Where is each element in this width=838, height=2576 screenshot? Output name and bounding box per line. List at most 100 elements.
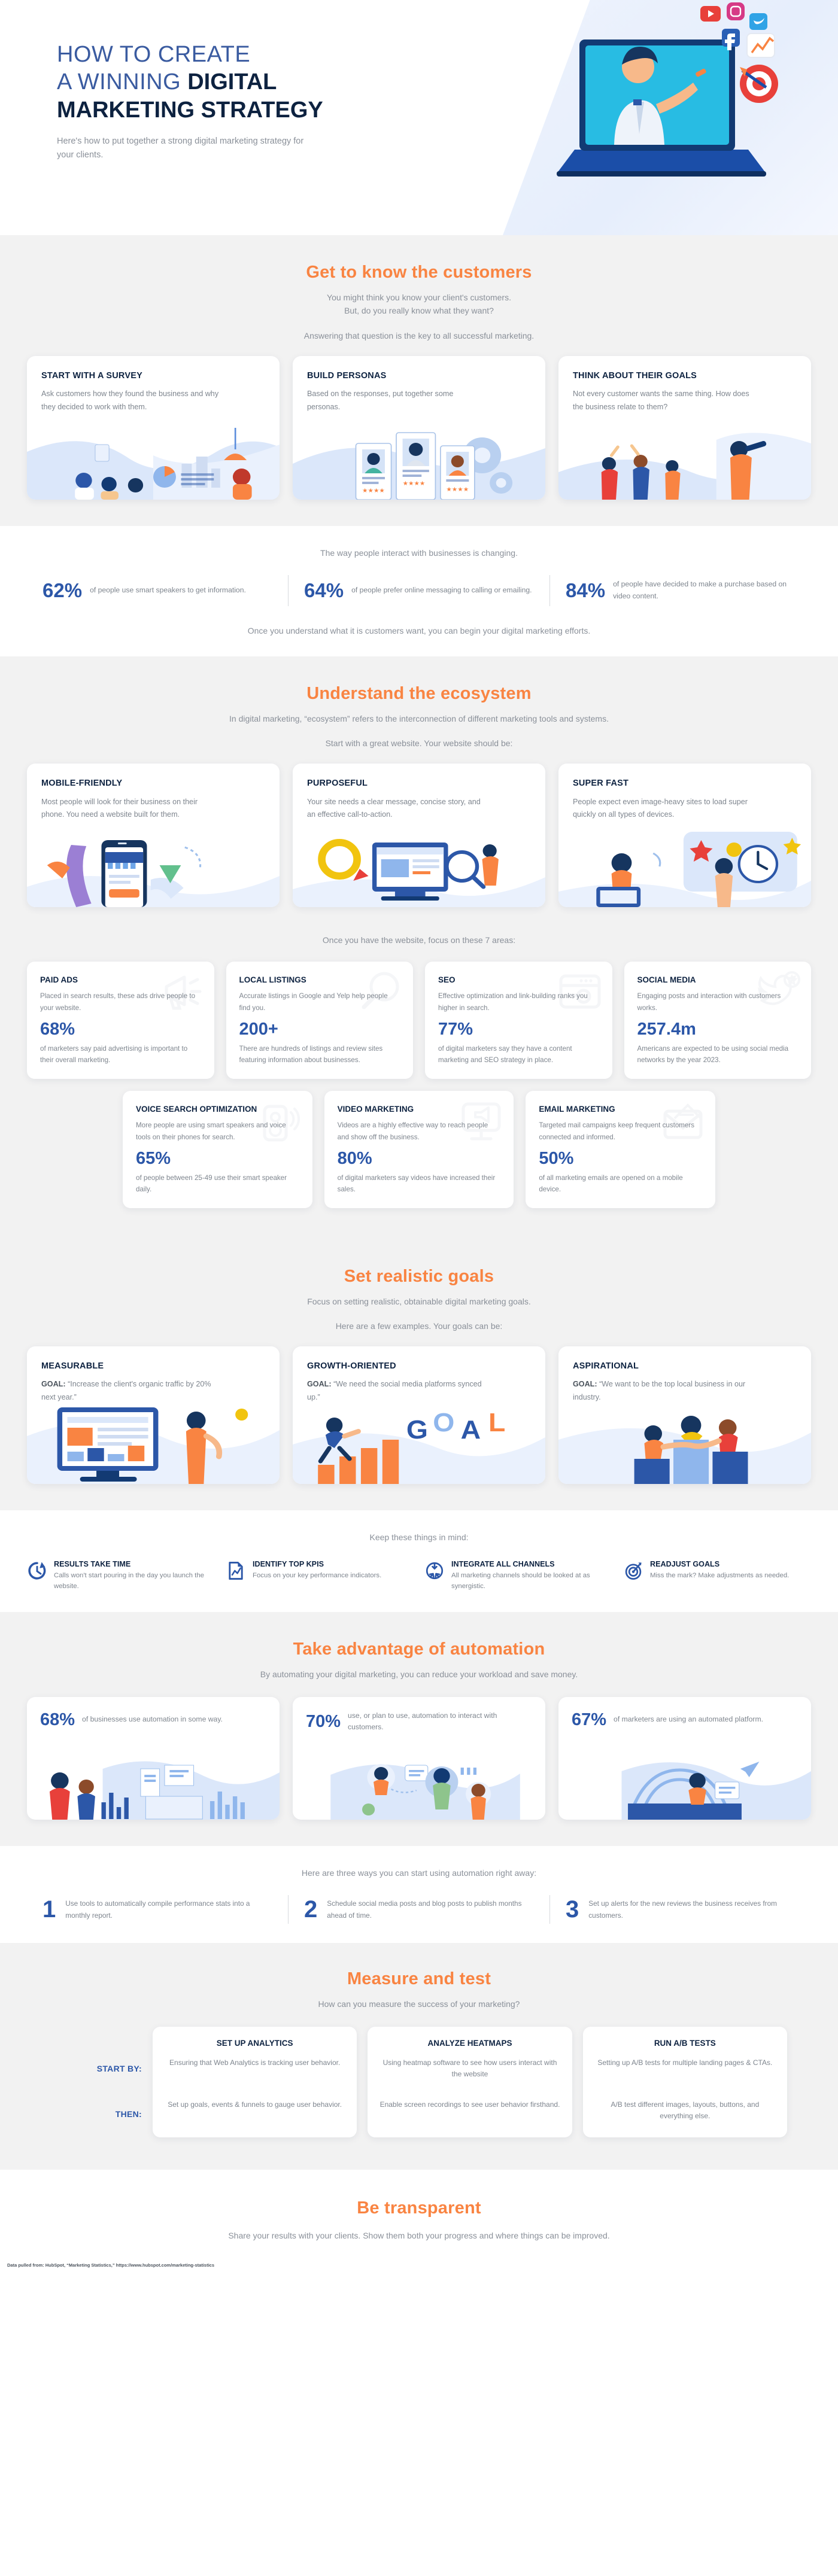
growth-illustration: G O A L <box>293 1394 545 1485</box>
label-start-by: START BY: <box>96 2063 142 2073</box>
feature-social-media: SOCIAL MEDIA Engaging posts and interact… <box>624 961 811 1079</box>
label-then: THEN: <box>115 2109 142 2119</box>
card-title: ASPIRATIONAL <box>573 1361 639 1371</box>
converge-arrows-icon <box>424 1561 445 1581</box>
ecosystem-card-row: MOBILE-FRIENDLY Most people will look fo… <box>27 764 811 908</box>
target-dart-icon <box>623 1561 643 1581</box>
feature-video-marketing: VIDEO MARKETING Videos are a highly effe… <box>324 1090 514 1208</box>
feature-stat-text: Americans are expected to be using socia… <box>637 1044 789 1064</box>
measurable-illustration <box>27 1394 280 1485</box>
stat-number: 84% <box>566 579 606 601</box>
feature-title: PAID ADS <box>40 975 78 984</box>
feature-body: Placed in search results, these ads driv… <box>40 992 196 1012</box>
feature-stat: 80% <box>337 1148 372 1168</box>
measure-then-text: A/B test different images, layouts, butt… <box>611 2100 760 2120</box>
stat-text: of people prefer online messaging to cal… <box>351 586 532 595</box>
automation-stat-text: of marketers are using an automated plat… <box>614 1715 764 1724</box>
measure-column-set-up-analytics: SET UP ANALYTICS Ensuring that Web Analy… <box>153 2026 357 2137</box>
feature-body: Accurate listings in Google and Yelp hel… <box>239 992 388 1012</box>
stat-text: of people have decided to make a purchas… <box>613 580 787 600</box>
card-title: MOBILE-FRIENDLY <box>41 778 123 789</box>
stat-number: 64% <box>304 579 344 601</box>
svg-text:O: O <box>433 1407 454 1437</box>
ecosystem-section-title: Understand the ecosystem <box>306 684 532 704</box>
automation-stat-text: of businesses use automation in some way… <box>82 1715 223 1724</box>
seven-areas-section: Once you have the website, focus on thes… <box>0 933 838 1234</box>
keep-in-mind-row: RESULTS TAKE TIME Calls won't start pour… <box>27 1560 811 1592</box>
hero-title-line3: MARKETING STRATEGY <box>57 97 323 123</box>
card-think-about-their-goals: THINK ABOUT THEIR GOALS Not every custom… <box>558 355 811 500</box>
customers-stats-section: The way people interact with businesses … <box>0 525 838 657</box>
goals-subtitle-line1: Focus on setting realistic, obtainable d… <box>307 1296 531 1306</box>
ways-intro: Here are three ways you can start using … <box>301 1868 537 1878</box>
card-body: Ask customers how they found the busines… <box>41 389 219 411</box>
personas-illustration: ★★★★ ★★★★ ★★★★ <box>293 422 545 500</box>
hero-title-line2b: DIGITAL <box>187 69 277 95</box>
card-title: GROWTH-ORIENTED <box>307 1361 396 1371</box>
feature-stat: 68% <box>40 1019 75 1039</box>
automation-section-title: Take advantage of automation <box>293 1640 545 1659</box>
feature-title: VIDEO MARKETING <box>337 1104 414 1114</box>
way-2: 2 Schedule social media posts and blog p… <box>288 1895 549 1924</box>
ecosystem-subtitle-line2: Start with a great website. Your website… <box>325 738 513 749</box>
mind-body: Miss the mark? Make adjustments as neede… <box>650 1571 790 1579</box>
stat-number: 62% <box>42 579 83 601</box>
way-number: 1 <box>42 1896 56 1923</box>
goals-illustration <box>558 422 811 500</box>
mind-title: IDENTIFY TOP KPIs <box>253 1559 324 1568</box>
way-text: Set up alerts for the new reviews the bu… <box>588 1899 777 1920</box>
source-footnote: Data pulled from: HubSpot, “Marketing St… <box>7 2262 215 2268</box>
stat-text: of people use smart speakers to get info… <box>90 586 246 595</box>
customers-section-title: Get to know the customers <box>306 263 532 282</box>
stat-64: 64% of people prefer online messaging to… <box>288 575 549 606</box>
hero-title-line2: A WINNING DIGITAL <box>57 68 428 96</box>
measure-then-text: Enable screen recordings to see user beh… <box>379 2100 560 2109</box>
card-build-personas: BUILD PERSONAS Based on the responses, p… <box>293 355 545 500</box>
automation-stat-number: 68% <box>40 1710 75 1729</box>
measure-row-labels: START BY: THEN: <box>27 2027 153 2137</box>
automation-stat-number: 67% <box>572 1710 607 1729</box>
svg-text:L: L <box>488 1407 505 1437</box>
feature-stat-text: There are hundreds of listings and revie… <box>239 1044 383 1064</box>
transparent-section: Be transparent Share your results with y… <box>0 2169 838 2281</box>
feature-title: VOICE SEARCH OPTIMIZATION <box>136 1104 257 1114</box>
svg-text:★★★★: ★★★★ <box>362 488 385 494</box>
goals-section-title: Set realistic goals <box>344 1266 494 1286</box>
card-mobile-friendly: MOBILE-FRIENDLY Most people will look fo… <box>27 764 280 908</box>
svg-text:★★★★: ★★★★ <box>403 480 426 487</box>
ways-row: 1 Use tools to automatically compile per… <box>27 1895 811 1924</box>
card-body: Not every customer wants the same thing.… <box>573 389 749 411</box>
chart-document-icon <box>226 1561 246 1581</box>
clock-arrow-icon <box>27 1561 47 1581</box>
measure-subtitle: How can you measure the success of your … <box>318 1999 520 2009</box>
measure-start-text: Ensuring that Web Analytics is tracking … <box>169 2058 341 2067</box>
way-text: Schedule social media posts and blog pos… <box>327 1899 522 1920</box>
goal-label: GOAL: <box>41 1380 66 1389</box>
customers-section: Get to know the customers You might thin… <box>0 235 838 526</box>
feature-stat: 77% <box>438 1019 473 1039</box>
svg-text:G: G <box>406 1415 428 1444</box>
hero-title-line2a: A WINNING <box>57 69 188 95</box>
svg-text:A: A <box>461 1415 481 1444</box>
mind-body: Focus on your key performance indicators… <box>253 1571 382 1579</box>
automation-card-68: 68% of businesses use automation in some… <box>27 1696 280 1820</box>
automation-card-row: 68% of businesses use automation in some… <box>27 1696 811 1820</box>
way-text: Use tools to automatically compile perfo… <box>65 1899 250 1920</box>
feature-stat: 200+ <box>239 1019 278 1039</box>
svg-text:★★★★: ★★★★ <box>446 486 469 493</box>
hero-text-block: HOW TO CREATE A WINNING DIGITAL MARKETIN… <box>57 41 428 162</box>
survey-illustration <box>27 422 280 500</box>
mind-title: INTEGRATE ALL CHANNELS <box>451 1559 555 1568</box>
feature-body: Targeted mail campaigns keep frequent cu… <box>539 1121 695 1141</box>
card-purposeful: PURPOSEFUL Your site needs a clear messa… <box>293 764 545 908</box>
mind-identify-top-kpis: IDENTIFY TOP KPIs Focus on your key perf… <box>226 1560 414 1592</box>
goal-label: GOAL: <box>307 1380 332 1389</box>
automation-stat-number: 70% <box>306 1711 341 1731</box>
card-title: START WITH A SURVEY <box>41 370 142 381</box>
card-title: MEASURABLE <box>41 1361 104 1371</box>
customers-stats-intro: The way people interact with businesses … <box>320 548 518 558</box>
feature-email-marketing: EMAIL MARKETING Targeted mail campaigns … <box>526 1090 716 1208</box>
card-start-with-a-survey: START WITH A SURVEY Ask customers how th… <box>27 355 280 500</box>
measure-columns: SET UP ANALYTICS Ensuring that Web Analy… <box>153 2026 787 2137</box>
goals-subtitle-line2: Here are a few examples. Your goals can … <box>335 1321 503 1331</box>
